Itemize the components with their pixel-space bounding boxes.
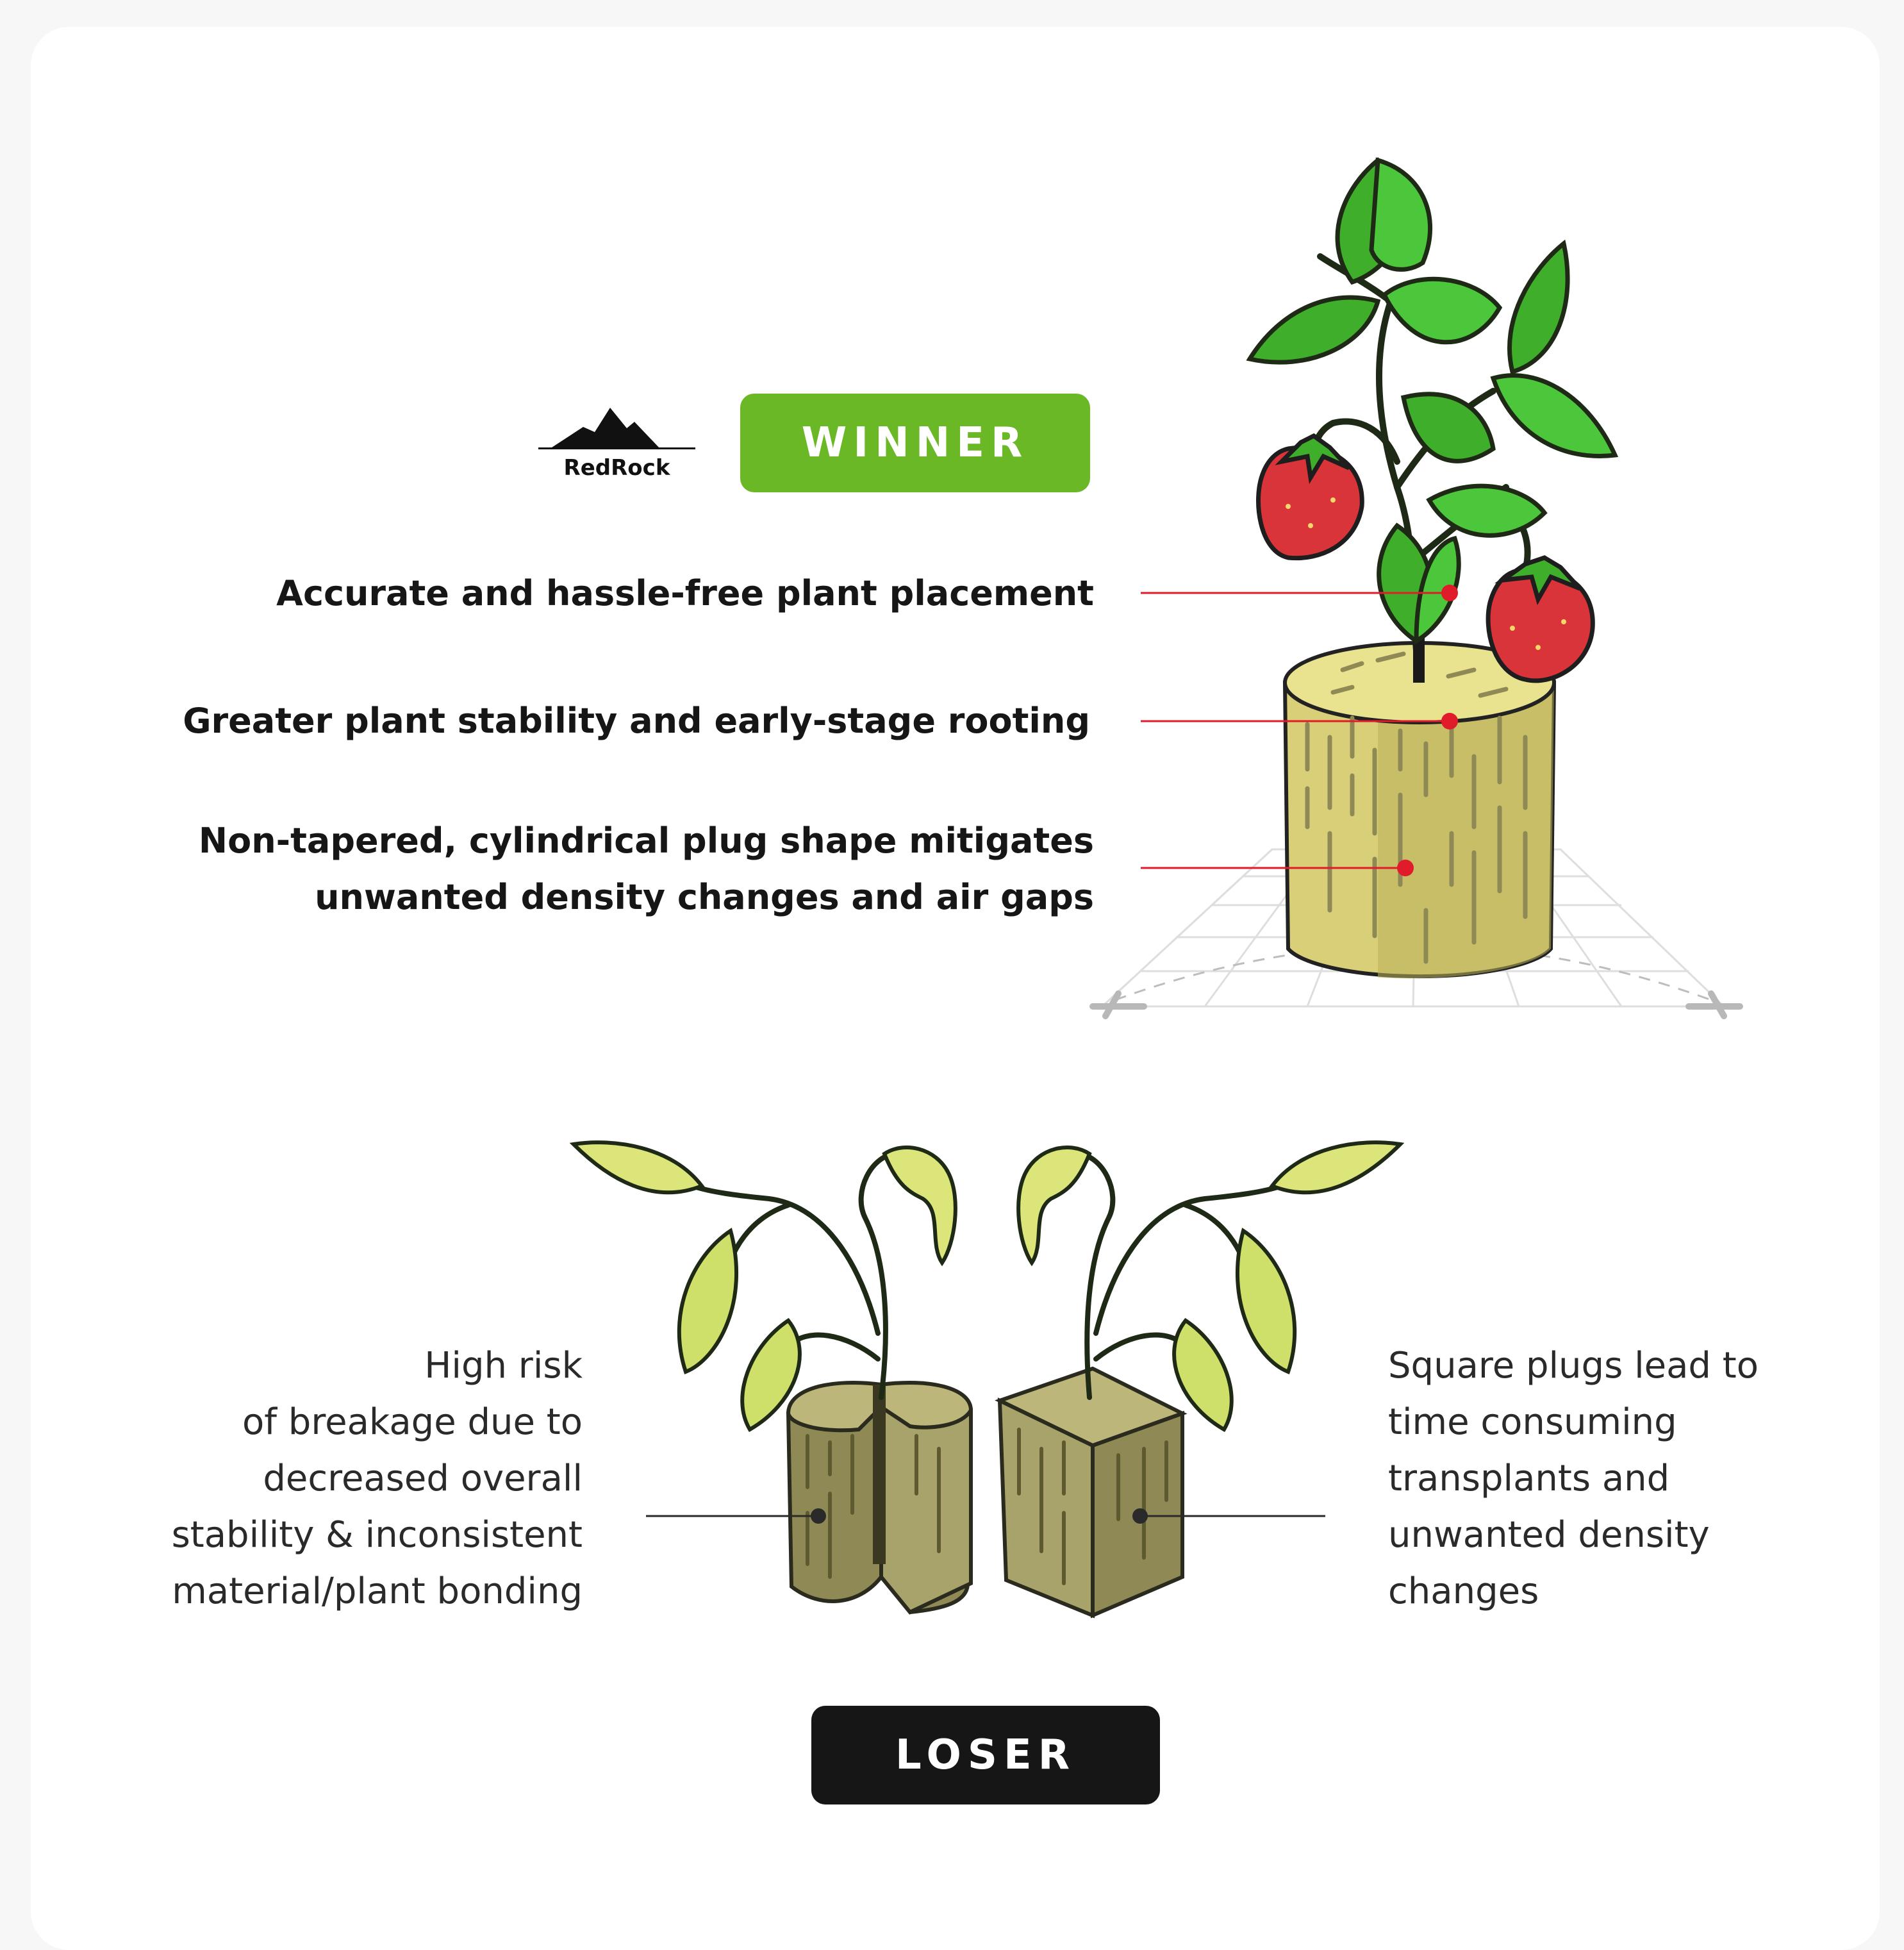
callout-dot <box>1397 860 1414 876</box>
winner-illustration <box>569 157 1743 1619</box>
loser-note-breakage: High risk of breakage due to decreased o… <box>172 1338 583 1620</box>
loser-badge: LOSER <box>811 1706 1160 1804</box>
note-line: of breakage due to <box>242 1401 583 1443</box>
note-line: stability & inconsistent <box>171 1514 583 1556</box>
grid-corner-marks <box>1089 990 1743 1019</box>
callout-dot <box>1441 585 1458 601</box>
note-line: changes <box>1388 1571 1539 1612</box>
note-line: High risk <box>424 1345 583 1387</box>
callout-dot <box>1132 1508 1148 1524</box>
cylinder-plug-illustration <box>1282 641 1557 979</box>
note-line: Square plugs lead to <box>1388 1345 1759 1387</box>
note-line: transplants and <box>1388 1458 1670 1499</box>
loser-note-square-plugs: Square plugs lead to time consuming tran… <box>1388 1338 1759 1620</box>
note-line: material/plant bonding <box>172 1571 583 1612</box>
note-line: time consuming <box>1388 1401 1677 1443</box>
callout-dot <box>1441 713 1458 729</box>
loser-callouts <box>646 1508 1325 1524</box>
callout-dot <box>811 1508 826 1524</box>
square-plug <box>995 1366 1188 1619</box>
split-cylinder-plug <box>786 1380 973 1615</box>
note-line: decreased overall <box>263 1458 583 1499</box>
note-line: unwanted density <box>1388 1514 1710 1556</box>
strawberry-plant-illustration <box>1246 157 1619 683</box>
wilting-seedlings-illustration <box>569 1140 1405 1619</box>
